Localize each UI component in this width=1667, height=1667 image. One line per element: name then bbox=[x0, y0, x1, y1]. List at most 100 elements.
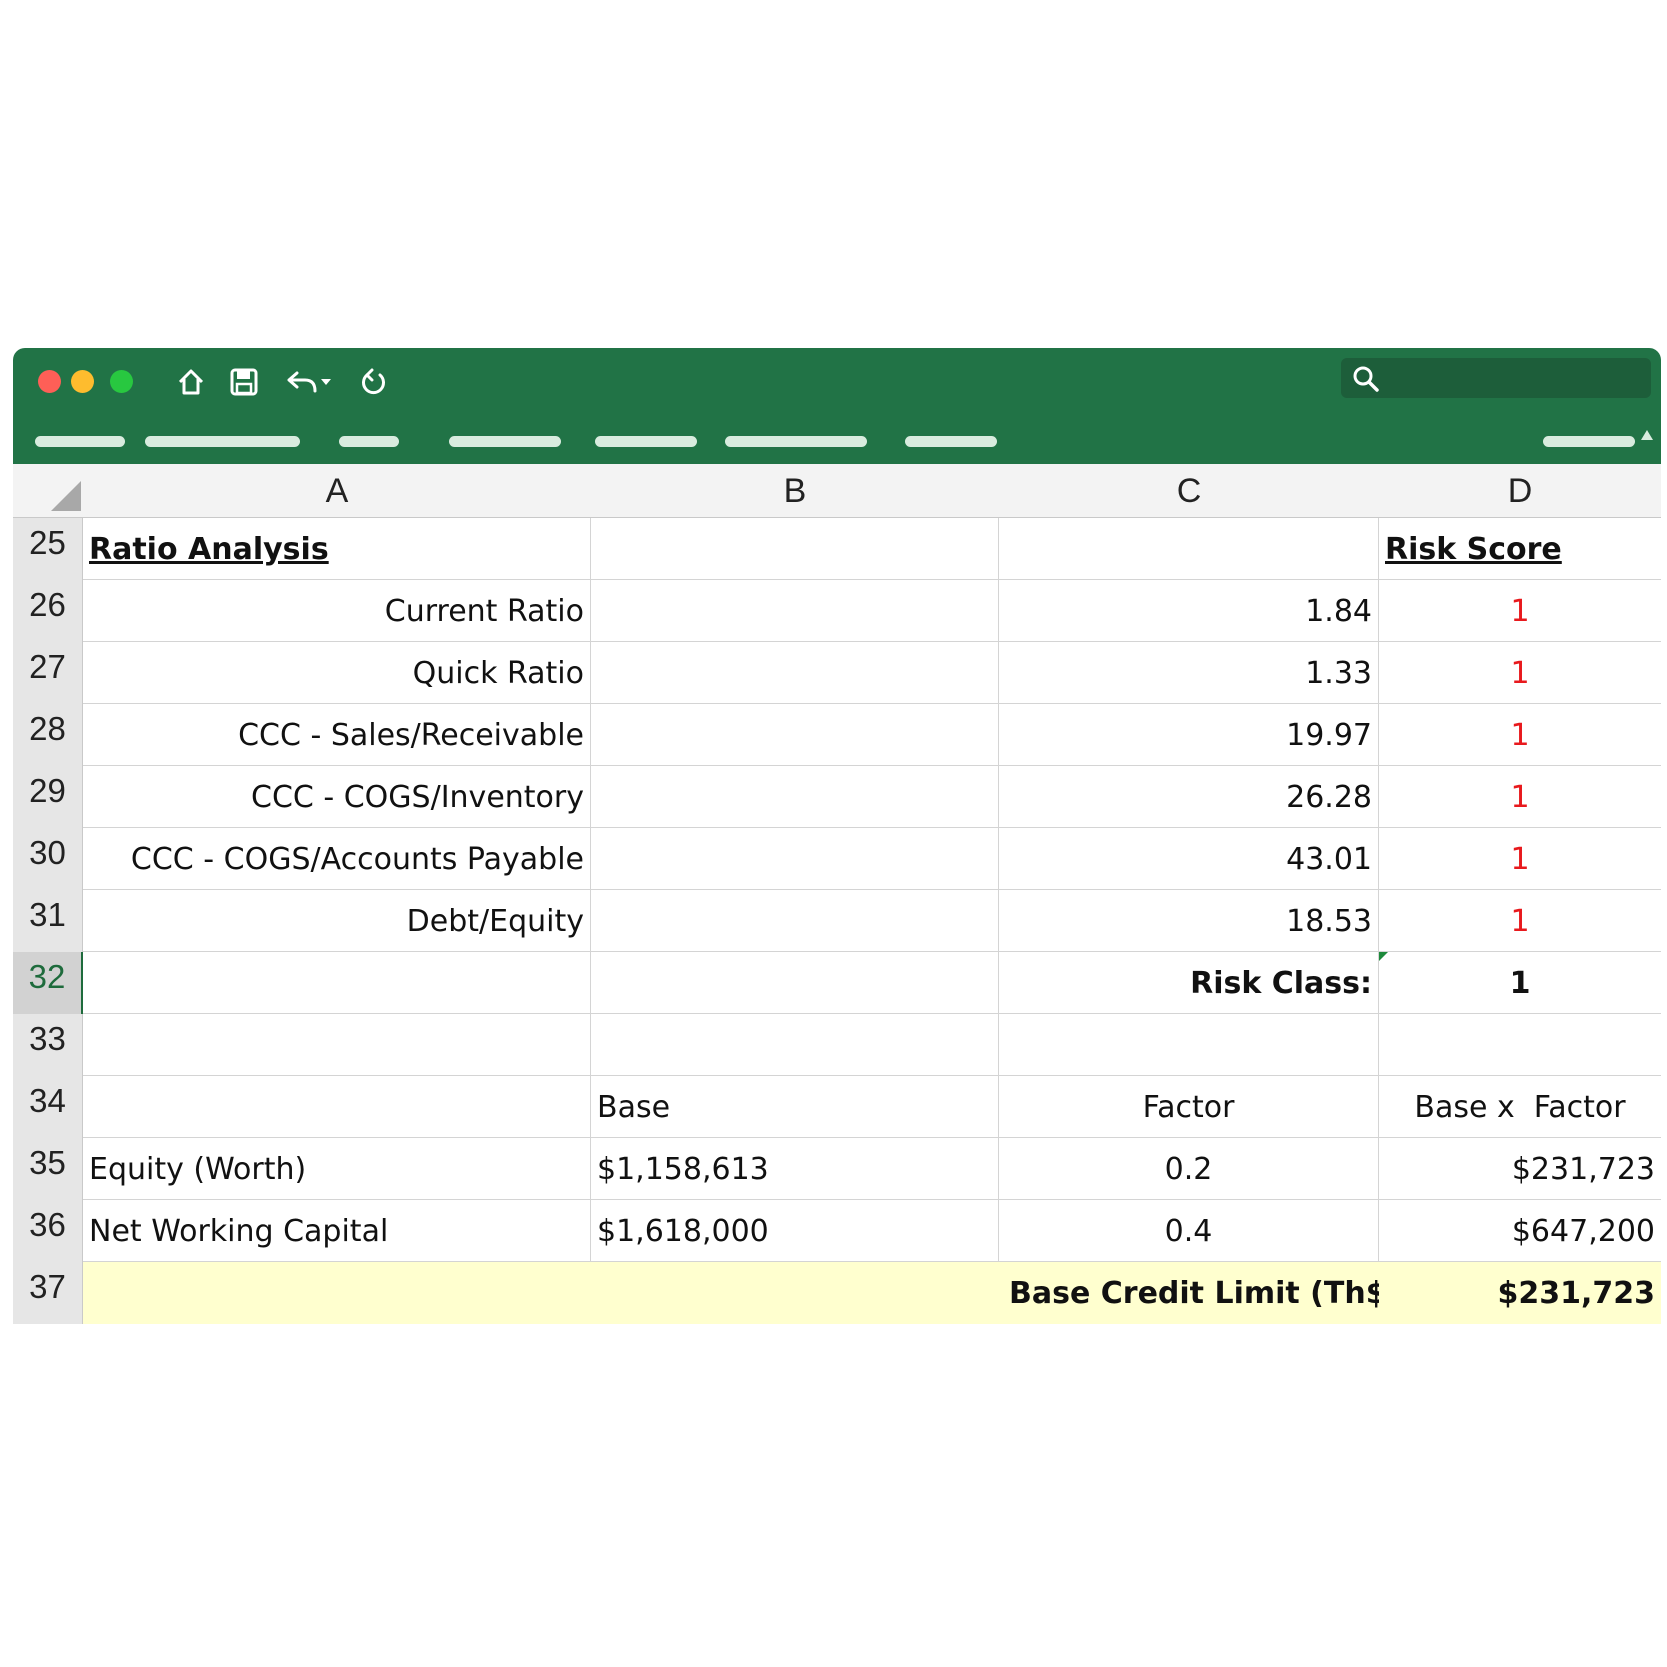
ribbon-tab-2[interactable] bbox=[145, 436, 300, 447]
cell-d34[interactable]: Base x Factor bbox=[1379, 1076, 1661, 1138]
ribbon-tab-6[interactable] bbox=[725, 436, 867, 447]
cell-b33[interactable] bbox=[591, 1014, 999, 1076]
cell-a31[interactable]: Debt/Equity bbox=[83, 890, 591, 952]
table-row: 27 Quick Ratio 1.33 1 bbox=[13, 642, 1661, 704]
ribbon-tab-1[interactable] bbox=[35, 436, 125, 447]
table-row: 35 Equity (Worth) $1,158,613 0.2 $231,72… bbox=[13, 1138, 1661, 1200]
cell-c33[interactable] bbox=[999, 1014, 1379, 1076]
cell-c34[interactable]: Factor bbox=[999, 1076, 1379, 1138]
cell-b31[interactable] bbox=[591, 890, 999, 952]
cell-c32[interactable]: Risk Class: bbox=[999, 952, 1379, 1014]
cell-b37[interactable] bbox=[591, 1262, 999, 1324]
table-row: 25 Ratio Analysis Risk Score bbox=[13, 518, 1661, 580]
row-header[interactable]: 26 bbox=[13, 580, 83, 642]
column-header-c[interactable]: C bbox=[999, 464, 1379, 518]
cell-c31[interactable]: 18.53 bbox=[999, 890, 1379, 952]
row-header[interactable]: 27 bbox=[13, 642, 83, 704]
cell-a30[interactable]: CCC - COGS/Accounts Payable bbox=[83, 828, 591, 890]
cell-d36[interactable]: $647,200 bbox=[1379, 1200, 1661, 1262]
cell-d33[interactable] bbox=[1379, 1014, 1661, 1076]
cell-d32[interactable]: 1 bbox=[1379, 952, 1661, 1014]
cell-a33[interactable] bbox=[83, 1014, 591, 1076]
search-input[interactable] bbox=[1341, 358, 1651, 398]
cell-a28[interactable]: CCC - Sales/Receivable bbox=[83, 704, 591, 766]
cell-b26[interactable] bbox=[591, 580, 999, 642]
table-row: 28 CCC - Sales/Receivable 19.97 1 bbox=[13, 704, 1661, 766]
cell-b29[interactable] bbox=[591, 766, 999, 828]
cell-d35[interactable]: $231,723 bbox=[1379, 1138, 1661, 1200]
cell-a34[interactable] bbox=[83, 1076, 591, 1138]
cell-a35[interactable]: Equity (Worth) bbox=[83, 1138, 591, 1200]
cell-c29[interactable]: 26.28 bbox=[999, 766, 1379, 828]
redo-icon[interactable] bbox=[353, 362, 393, 402]
table-row: 30 CCC - COGS/Accounts Payable 43.01 1 bbox=[13, 828, 1661, 890]
row-header[interactable]: 29 bbox=[13, 766, 83, 828]
title-bar bbox=[13, 348, 1661, 464]
sheet-grid: 25 Ratio Analysis Risk Score 26 Current … bbox=[13, 518, 1661, 1324]
cell-d37[interactable]: $231,723 bbox=[1379, 1262, 1661, 1324]
home-icon[interactable] bbox=[171, 362, 211, 402]
cell-b34[interactable]: Base bbox=[591, 1076, 999, 1138]
cell-c37[interactable]: Base Credit Limit (Th$)= bbox=[999, 1262, 1425, 1324]
close-button[interactable] bbox=[38, 370, 61, 393]
cell-a26[interactable]: Current Ratio bbox=[83, 580, 591, 642]
select-all-corner[interactable] bbox=[13, 464, 83, 518]
table-row: 34 Base Factor Base x Factor bbox=[13, 1076, 1661, 1138]
cell-b27[interactable] bbox=[591, 642, 999, 704]
cell-c27[interactable]: 1.33 bbox=[999, 642, 1379, 704]
ribbon-tab-4[interactable] bbox=[449, 436, 561, 447]
row-header[interactable]: 28 bbox=[13, 704, 83, 766]
row-header[interactable]: 31 bbox=[13, 890, 83, 952]
column-header-a[interactable]: A bbox=[83, 464, 591, 518]
ribbon-tab-7[interactable] bbox=[905, 436, 997, 447]
row-header[interactable]: 33 bbox=[13, 1014, 83, 1076]
minimize-button[interactable] bbox=[71, 370, 94, 393]
cell-d28[interactable]: 1 bbox=[1379, 704, 1661, 766]
ribbon-tab-5[interactable] bbox=[595, 436, 697, 447]
cell-d31[interactable]: 1 bbox=[1379, 890, 1661, 952]
cell-c25[interactable] bbox=[999, 518, 1379, 580]
cell-a36[interactable]: Net Working Capital bbox=[83, 1200, 591, 1262]
table-row: 36 Net Working Capital $1,618,000 0.4 $6… bbox=[13, 1200, 1661, 1262]
cell-b35[interactable]: $1,158,613 bbox=[591, 1138, 999, 1200]
save-icon[interactable] bbox=[224, 362, 264, 402]
ribbon-tab-8[interactable] bbox=[1543, 436, 1635, 447]
table-row: 33 bbox=[13, 1014, 1661, 1076]
cell-c30[interactable]: 43.01 bbox=[999, 828, 1379, 890]
cell-c28[interactable]: 19.97 bbox=[999, 704, 1379, 766]
cell-b32[interactable] bbox=[591, 952, 999, 1014]
cell-a32[interactable] bbox=[83, 952, 591, 1014]
cell-b36[interactable]: $1,618,000 bbox=[591, 1200, 999, 1262]
column-header-b[interactable]: B bbox=[591, 464, 999, 518]
cell-d30[interactable]: 1 bbox=[1379, 828, 1661, 890]
row-header[interactable]: 35 bbox=[13, 1138, 83, 1200]
cell-c35[interactable]: 0.2 bbox=[999, 1138, 1379, 1200]
row-header[interactable]: 34 bbox=[13, 1076, 83, 1138]
cell-a25[interactable]: Ratio Analysis bbox=[83, 518, 591, 580]
spreadsheet-window: A B C D 25 Ratio Analysis Risk Score 26 … bbox=[13, 348, 1661, 1324]
table-row-total: 37 Base Credit Limit (Th$)= $231,723 bbox=[13, 1262, 1661, 1324]
zoom-button[interactable] bbox=[110, 370, 133, 393]
collapse-ribbon-icon[interactable] bbox=[1641, 430, 1653, 440]
cell-d29[interactable]: 1 bbox=[1379, 766, 1661, 828]
row-header-selected[interactable]: 32 bbox=[13, 952, 83, 1014]
cell-c36[interactable]: 0.4 bbox=[999, 1200, 1379, 1262]
ribbon-tab-3[interactable] bbox=[339, 436, 399, 447]
row-header[interactable]: 25 bbox=[13, 518, 83, 580]
row-header[interactable]: 30 bbox=[13, 828, 83, 890]
cell-b25[interactable] bbox=[591, 518, 999, 580]
undo-icon[interactable] bbox=[283, 362, 337, 402]
cell-a27[interactable]: Quick Ratio bbox=[83, 642, 591, 704]
cell-c26[interactable]: 1.84 bbox=[999, 580, 1379, 642]
row-header[interactable]: 37 bbox=[13, 1262, 83, 1324]
cell-b30[interactable] bbox=[591, 828, 999, 890]
cell-b28[interactable] bbox=[591, 704, 999, 766]
cell-a29[interactable]: CCC - COGS/Inventory bbox=[83, 766, 591, 828]
table-row: 26 Current Ratio 1.84 1 bbox=[13, 580, 1661, 642]
cell-d25[interactable]: Risk Score bbox=[1379, 518, 1661, 580]
cell-d27[interactable]: 1 bbox=[1379, 642, 1661, 704]
row-header[interactable]: 36 bbox=[13, 1200, 83, 1262]
column-header-d[interactable]: D bbox=[1379, 464, 1661, 518]
cell-d26[interactable]: 1 bbox=[1379, 580, 1661, 642]
cell-a37[interactable] bbox=[83, 1262, 591, 1324]
